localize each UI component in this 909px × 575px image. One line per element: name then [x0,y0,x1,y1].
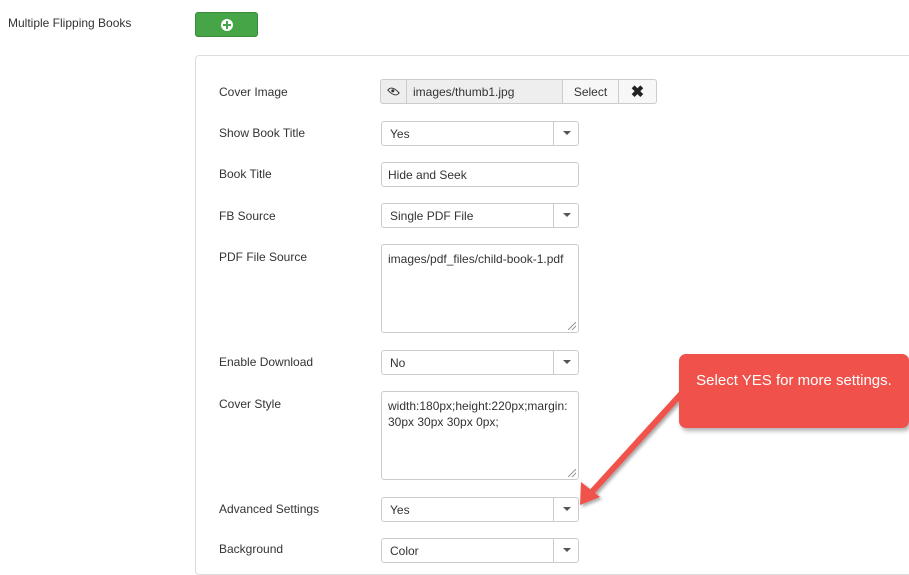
enable-download-value: No [390,356,406,370]
cover-image-path: images/thumb1.jpg [406,79,563,104]
chevron-down-icon [553,122,578,145]
advanced-settings-value: Yes [390,503,410,517]
fb-source-label: FB Source [219,209,276,223]
eye-icon [387,85,400,98]
show-book-title-label: Show Book Title [219,126,306,140]
close-icon: ✖ [630,83,645,101]
advanced-settings-select[interactable]: Yes [381,497,579,522]
plus-circle-icon [220,18,233,31]
fb-source-value: Single PDF File [390,209,474,223]
add-book-button[interactable] [195,12,258,37]
cover-style-label: Cover Style [219,397,282,411]
resize-handle[interactable] [568,322,576,330]
preview-button[interactable] [380,79,406,104]
section-label: Multiple Flipping Books [8,16,132,30]
enable-download-select[interactable]: No [381,350,579,375]
show-book-title-value: Yes [390,127,410,141]
pdf-file-source-value: images/pdf_files/child-book-1.pdf [388,252,564,266]
pdf-file-source-textarea[interactable]: images/pdf_files/child-book-1.pdf [381,244,579,333]
resize-handle[interactable] [568,469,576,477]
cover-image-field: images/thumb1.jpg Select ✖ [380,79,657,104]
chevron-down-icon [553,498,578,521]
background-value: Color [390,544,419,558]
show-book-title-select[interactable]: Yes [381,121,579,146]
cover-style-value: width:180px;height:220px;margin: 30px 30… [388,399,568,429]
clear-image-button[interactable]: ✖ [619,79,657,104]
chevron-down-icon [553,204,578,227]
advanced-settings-label: Advanced Settings [219,502,320,516]
book-title-label: Book Title [219,167,272,181]
background-label: Background [219,542,284,556]
pdf-file-source-label: PDF File Source [219,250,308,264]
enable-download-label: Enable Download [219,355,314,369]
callout-tooltip: Select YES for more settings. [679,354,909,428]
book-title-input[interactable]: Hide and Seek [381,162,579,187]
cover-image-label: Cover Image [219,85,288,99]
fb-source-select[interactable]: Single PDF File [381,203,579,228]
select-image-button[interactable]: Select [563,79,619,104]
chevron-down-icon [553,351,578,374]
cover-style-textarea[interactable]: width:180px;height:220px;margin: 30px 30… [381,391,579,480]
book-title-value: Hide and Seek [388,168,467,182]
